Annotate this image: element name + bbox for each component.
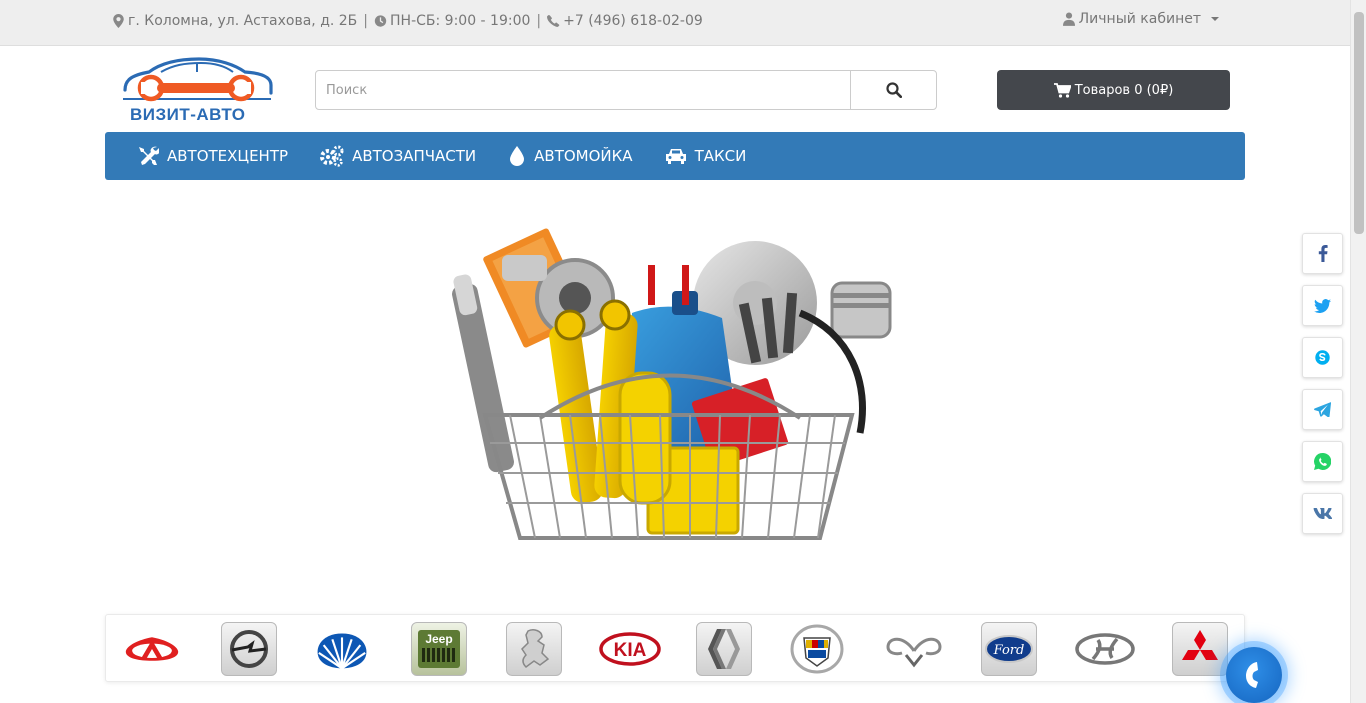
- caret-down-icon: [1211, 17, 1219, 21]
- opel-logo: [230, 630, 268, 668]
- nav-item-autoparts[interactable]: АВТОЗАПЧАСТИ: [320, 145, 476, 167]
- wrench-screwdriver-icon: [139, 146, 159, 165]
- phone-text[interactable]: +7 (496) 618-02-09: [563, 13, 703, 29]
- droplet-icon: [510, 146, 525, 166]
- account-label: Личный кабинет: [1078, 11, 1201, 27]
- kia-logo: KIA: [599, 632, 661, 666]
- phone-icon: [547, 15, 560, 27]
- shopping-cart-icon: [1053, 82, 1071, 98]
- mitsubishi-logo: [1182, 630, 1218, 660]
- contact-info: г. Коломна, ул. Астахова, д. 2Б | ПН-СБ:…: [112, 13, 703, 29]
- ford-logo: Ford: [985, 635, 1033, 663]
- whatsapp-icon: [1314, 453, 1331, 470]
- brand-ford[interactable]: Ford: [981, 622, 1037, 676]
- peugeot-logo: [521, 629, 550, 668]
- brand-peugeot[interactable]: [506, 622, 562, 676]
- brand-cadillac[interactable]: [789, 622, 845, 676]
- logo-text: ВИЗИТ-АВТО: [130, 105, 246, 124]
- address-text: г. Коломна, ул. Астахова, д. 2Б: [128, 13, 358, 29]
- svg-text:Ford: Ford: [993, 643, 1025, 658]
- nav-item-taxi[interactable]: ТАКСИ: [665, 147, 747, 165]
- brand-chery[interactable]: [124, 622, 180, 676]
- brands-carousel: Jeep KIA Ford: [105, 614, 1245, 682]
- nav-item-label: ТАКСИ: [694, 147, 747, 165]
- cart-button[interactable]: Товаров 0 (0₽): [997, 70, 1230, 110]
- top-bar: г. Коломна, ул. Астахова, д. 2Б | ПН-СБ:…: [0, 0, 1350, 46]
- skype-icon: [1315, 350, 1330, 365]
- vk-icon: [1313, 508, 1332, 519]
- chery-logo: [125, 637, 179, 661]
- facebook-button[interactable]: [1302, 233, 1343, 274]
- telegram-button[interactable]: [1302, 389, 1343, 430]
- facebook-icon: [1318, 245, 1328, 262]
- brand-mitsubishi[interactable]: [1172, 622, 1228, 676]
- twitter-button[interactable]: [1302, 285, 1343, 326]
- gears-icon: [320, 145, 344, 167]
- car-wrench-logo-icon: [123, 57, 273, 102]
- hyundai-logo: [1075, 633, 1135, 665]
- search-input[interactable]: [316, 71, 850, 109]
- separator: |: [363, 13, 369, 29]
- brand-renault[interactable]: [696, 622, 752, 676]
- nav-item-carwash[interactable]: АВТОМОЙКА: [508, 145, 633, 167]
- jeep-logo: Jeep: [418, 630, 460, 668]
- svg-text:Jeep: Jeep: [425, 632, 452, 646]
- vk-button[interactable]: [1302, 493, 1343, 534]
- phone-icon: [1246, 662, 1258, 688]
- search-button[interactable]: [850, 71, 936, 109]
- renault-logo: [708, 629, 740, 669]
- svg-text:KIA: KIA: [614, 640, 647, 661]
- brand-kia[interactable]: KIA: [599, 622, 661, 676]
- cart-label: Товаров 0 (0₽): [1074, 82, 1174, 98]
- nav-item-label: АВТОТЕХЦЕНТР: [167, 147, 289, 165]
- separator: |: [536, 13, 542, 29]
- callback-phone-button[interactable]: [1226, 647, 1282, 703]
- search-bar: [315, 70, 937, 110]
- site-logo[interactable]: ВИЗИТ-АВТО: [121, 55, 273, 127]
- brand-hyundai[interactable]: [1074, 622, 1136, 676]
- brand-daewoo[interactable]: [314, 622, 370, 676]
- skype-button[interactable]: [1302, 337, 1343, 378]
- whatsapp-button[interactable]: [1302, 441, 1343, 482]
- twitter-icon: [1314, 298, 1331, 313]
- brand-ssangyong[interactable]: [884, 622, 944, 676]
- user-icon: [1062, 12, 1075, 26]
- nav-item-label: АВТОМОЙКА: [534, 147, 633, 165]
- scrollbar-thumb[interactable]: [1354, 12, 1364, 234]
- nav-item-autotechcenter[interactable]: АВТОТЕХЦЕНТР: [137, 145, 288, 167]
- page-scrollbar[interactable]: [1350, 0, 1366, 703]
- nav-item-label: АВТОЗАПЧАСТИ: [352, 147, 477, 165]
- brand-opel[interactable]: [221, 622, 277, 676]
- cadillac-logo: [790, 624, 844, 674]
- hero-image-car-parts-basket: [420, 193, 930, 573]
- map-marker-icon: [113, 14, 124, 28]
- ssangyong-logo: [886, 637, 942, 668]
- brand-jeep[interactable]: Jeep: [411, 622, 467, 676]
- account-menu[interactable]: Личный кабинет: [1062, 11, 1219, 27]
- daewoo-logo: [317, 633, 367, 670]
- car-icon: [665, 149, 686, 164]
- telegram-icon: [1314, 402, 1331, 417]
- clock-icon: [374, 15, 387, 27]
- search-icon: [885, 82, 902, 98]
- main-nav: АВТОТЕХЦЕНТР АВТОЗАПЧАСТИ АВТОМОЙКА ТАКС…: [105, 132, 1245, 180]
- hours-text: ПН-СБ: 9:00 - 19:00: [390, 13, 531, 29]
